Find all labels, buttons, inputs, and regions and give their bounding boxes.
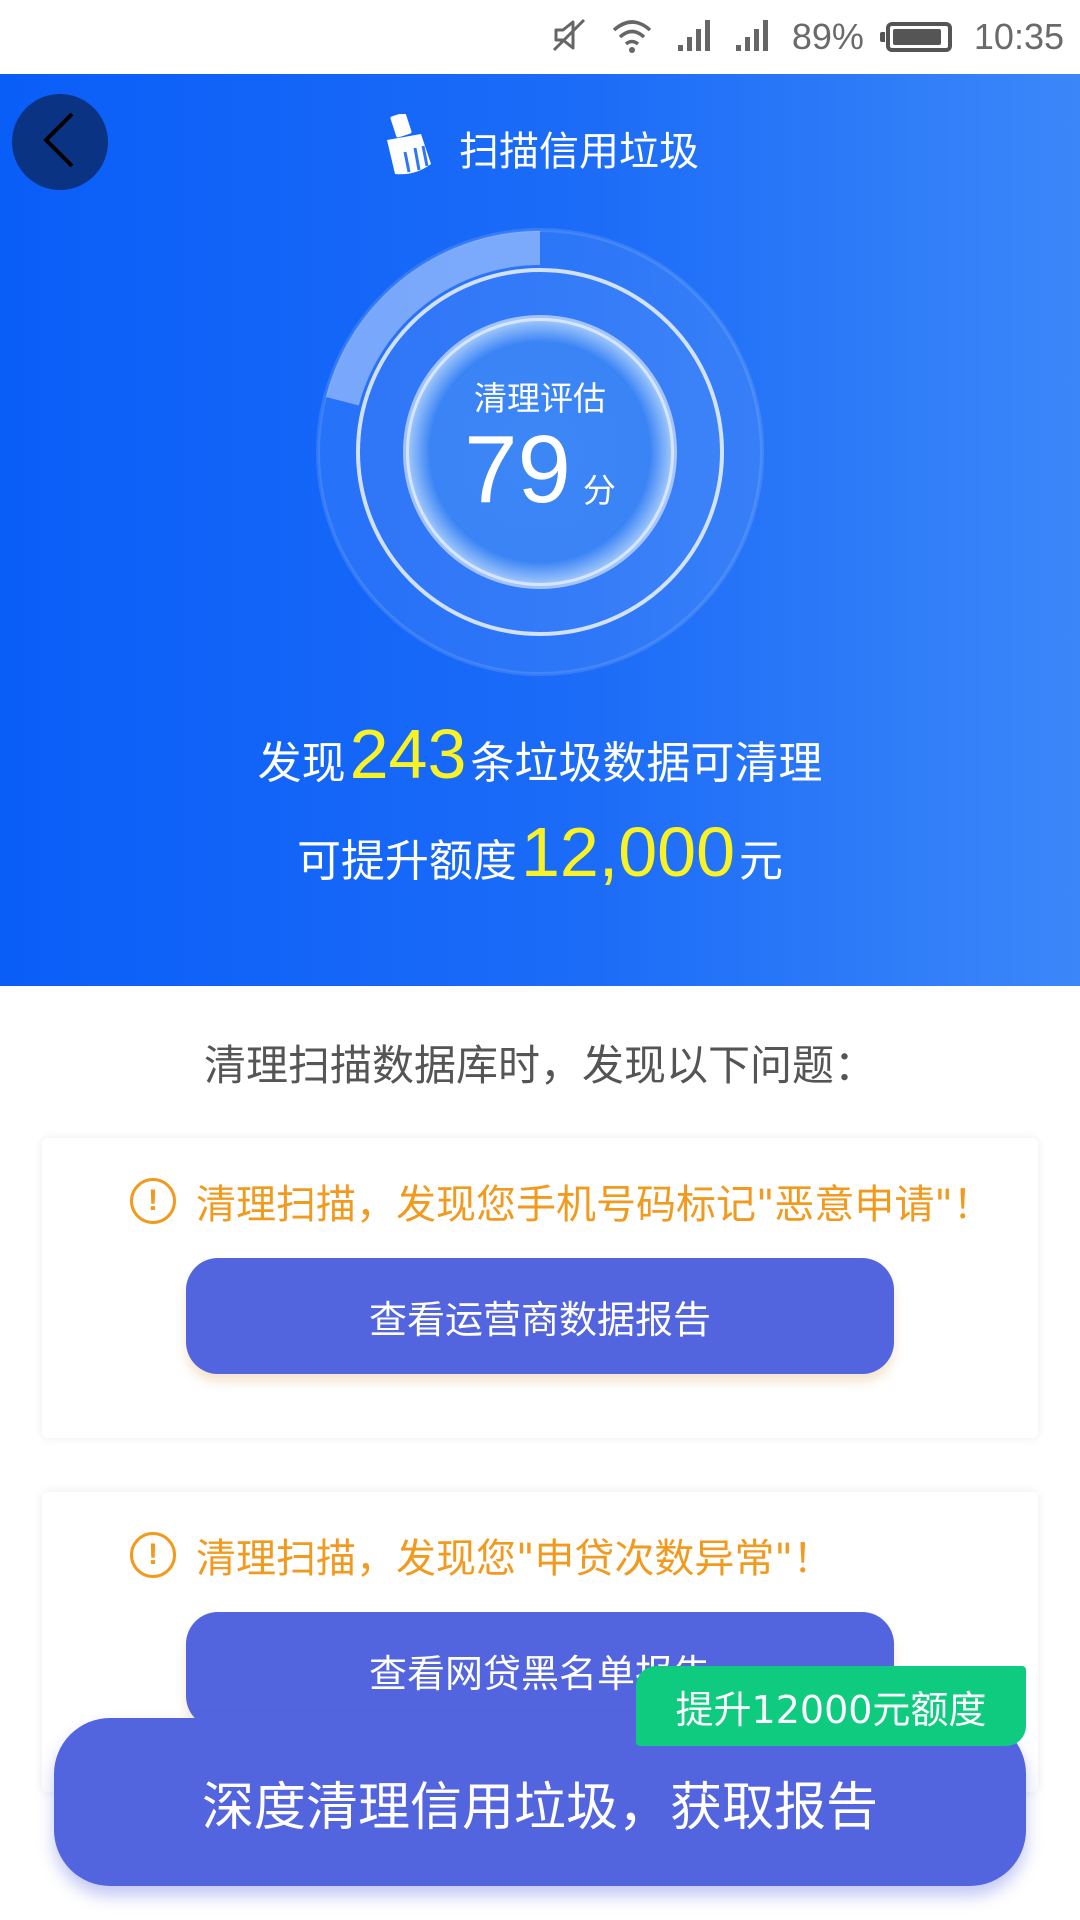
score-header: 扫描信用垃圾 清理评估 79 分 发现 243 条垃圾数据可清理 可提升额度 1… [0,74,1080,986]
gauge-readout: 清理评估 79 分 [316,228,764,676]
section-title: 清理扫描数据库时，发现以下问题： [203,1041,876,1090]
battery-icon [879,22,952,52]
carrier-report-button[interactable]: 查看运营商数据报告 [186,1258,894,1374]
exclamation-icon: ! [130,1178,176,1224]
warning-text: 清理扫描，发现您"申贷次数异常"！ [196,1536,833,1582]
page-title-text: 扫描信用垃圾 [459,129,699,175]
problem-warning: ! 清理扫描，发现您手机号码标记"恶意申请"！ [130,1172,993,1230]
found-summary: 发现 243 条垃圾数据可清理 [0,714,1080,794]
page-title: 扫描信用垃圾 [0,112,1080,182]
promo-badge: 提升12000元额度 [636,1666,1026,1746]
battery-percent: 89% [791,16,864,57]
found-suffix: 条垃圾数据可清理 [470,738,823,789]
status-bar: 89% 10:35 [0,0,1080,74]
mute-icon [550,16,588,58]
clock: 10:35 [973,16,1064,57]
found-prefix: 发现 [257,738,346,789]
problem-card: ! 清理扫描，发现您手机号码标记"恶意申请"！ 查看运营商数据报告 [42,1138,1038,1438]
problem-warning: ! 清理扫描，发现您"申贷次数异常"！ [130,1526,833,1584]
gauge-unit: 分 [582,471,616,510]
score-gauge: 清理评估 79 分 [316,228,764,676]
raise-summary: 可提升额度 12,000 元 [0,812,1080,892]
raise-suffix: 元 [739,836,784,887]
exclamation-icon: ! [130,1532,176,1578]
broom-icon [381,112,437,182]
wifi-icon [610,16,654,58]
signal-icon [734,17,770,57]
gauge-score: 79 [464,416,571,523]
signal-icon [676,17,712,57]
warning-text: 清理扫描，发现您手机号码标记"恶意申请"！ [196,1182,993,1228]
found-count: 243 [349,715,467,793]
raise-amount: 12,000 [520,813,736,891]
gauge-label: 清理评估 [474,379,606,418]
raise-prefix: 可提升额度 [296,836,517,887]
